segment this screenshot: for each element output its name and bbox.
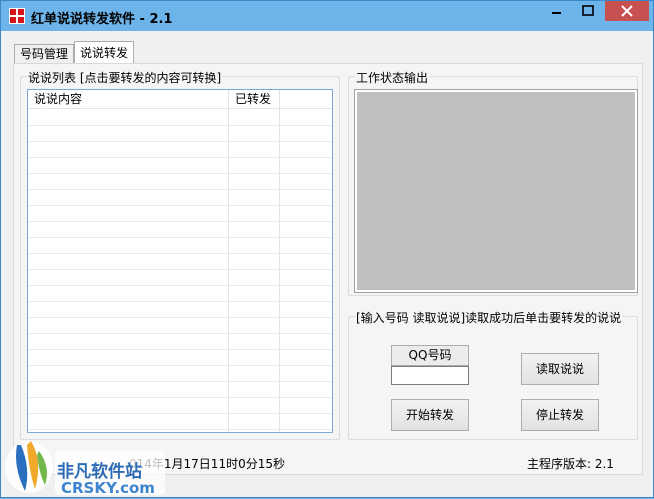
listview-gridline [28,205,332,206]
read-posts-button[interactable]: 读取说说 [521,353,599,385]
listview-gridline [28,237,332,238]
post-list-group: 说说列表 [点击要转发的内容可转换] 说说内容 已转发 [20,69,340,440]
app-icon [9,8,25,24]
close-icon [621,5,633,17]
start-forward-button[interactable]: 开始转发 [391,399,469,431]
status-version: 主程序版本: 2.1 [527,457,614,471]
status-output-group-label: 工作状态输出 [355,69,430,86]
post-listview[interactable]: 说说内容 已转发 [27,89,333,433]
maximize-button[interactable] [572,1,604,21]
application-window: 红单说说转发软件 - 2.1 号码管理 说说转发 说说列表 [点击要转发的内容可… [0,0,654,498]
watermark-text-en: CRSKY.com [61,479,155,497]
listview-gridline [28,221,332,222]
listview-gridline [28,397,332,398]
client-area: 号码管理 说说转发 说说列表 [点击要转发的内容可转换] 说说内容 已转发 工作… [9,31,645,491]
listview-gridline [28,349,332,350]
listview-gridline [28,285,332,286]
tab-panel-post-forward: 说说列表 [点击要转发的内容可转换] 说说内容 已转发 工作状态输出 [输入号码… [13,63,643,475]
stop-forward-button[interactable]: 停止转发 [521,399,599,431]
tab-number-management[interactable]: 号码管理 [14,44,75,63]
listview-gridline [28,269,332,270]
maximize-icon [582,5,594,16]
listview-gridline [28,365,332,366]
listview-gridline [28,189,332,190]
listview-gridline [28,333,332,334]
listview-gridline [28,381,332,382]
action-group-label: [输入号码 读取说说]读取成功后单击要转发的说说 [355,309,623,326]
qq-number-label: QQ号码 [391,345,469,366]
listview-gridline [28,173,332,174]
window-title: 红单说说转发软件 - 2.1 [31,12,173,27]
qq-number-input[interactable] [391,366,469,385]
listview-gridline [28,413,332,414]
minimize-button[interactable] [541,1,572,21]
title-bar[interactable]: 红单说说转发软件 - 2.1 [1,1,653,31]
column-header-extra[interactable] [280,90,332,108]
column-header-post-content[interactable]: 说说内容 [28,90,228,108]
listview-gridline [28,301,332,302]
status-output-area[interactable] [354,89,638,293]
listview-gridline [28,125,332,126]
listview-header: 说说内容 已转发 [28,90,332,109]
listview-gridline [28,429,332,430]
minimize-icon [552,12,561,14]
tab-post-forward[interactable]: 说说转发 [74,41,135,64]
action-group: [输入号码 读取说说]读取成功后单击要转发的说说 QQ号码 读取说说 开始转发 … [348,309,638,440]
column-header-forwarded[interactable]: 已转发 [229,90,279,108]
listview-gridline [28,317,332,318]
post-list-group-label: 说说列表 [点击要转发的内容可转换] [27,69,223,86]
status-output-group: 工作状态输出 [348,69,638,296]
listview-gridline [28,141,332,142]
listview-gridline [28,253,332,254]
close-button[interactable] [605,1,649,21]
listview-gridline [28,157,332,158]
